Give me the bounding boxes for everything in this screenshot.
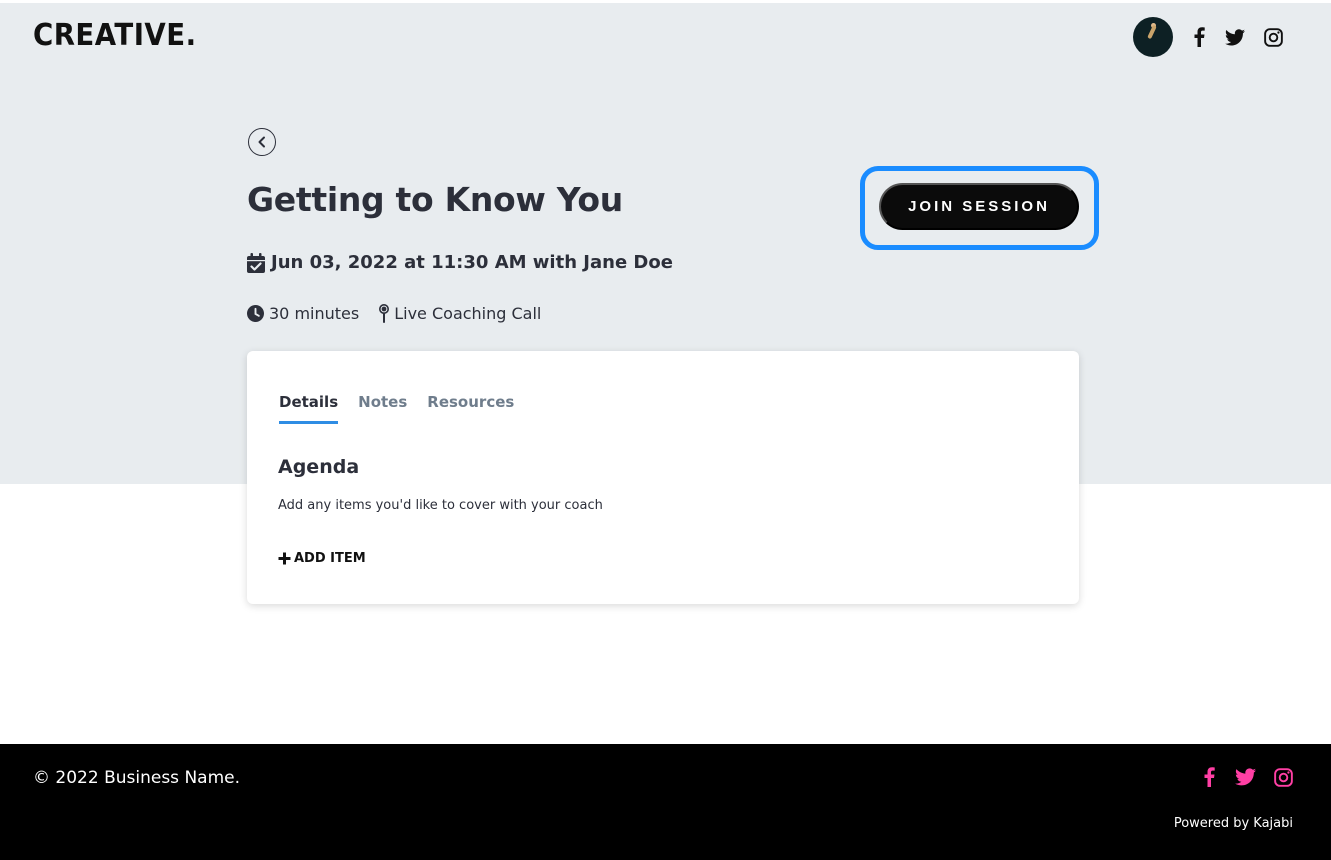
copyright-text: © 2022 Business Name. (33, 768, 240, 788)
tab-resources[interactable]: Resources (427, 393, 514, 424)
tab-details[interactable]: Details (279, 393, 339, 424)
footer-facebook-icon[interactable] (1196, 764, 1222, 790)
location: Live Coaching Call (379, 304, 541, 323)
plus-icon (278, 552, 291, 565)
tab-notes[interactable]: Notes (358, 393, 407, 424)
session-meta: 30 minutes Live Coaching Call (247, 304, 541, 323)
footer-instagram-icon[interactable] (1270, 764, 1296, 790)
tab-bar: Details Notes Resources (279, 393, 514, 424)
add-item-button[interactable]: ADD ITEM (278, 551, 366, 566)
location-text: Live Coaching Call (394, 304, 542, 323)
page-title: Getting to Know You (247, 180, 623, 219)
add-item-label: ADD ITEM (294, 551, 366, 566)
powered-by-link[interactable]: Powered by Kajabi (1174, 816, 1293, 831)
user-avatar[interactable] (1133, 17, 1173, 57)
calendar-check-icon (247, 252, 265, 273)
session-date: Jun 03, 2022 at 11:30 AM with Jane Doe (247, 252, 673, 273)
duration: 30 minutes (247, 304, 359, 323)
agenda-description: Add any items you'd like to cover with y… (278, 498, 603, 513)
chevron-left-icon (258, 136, 265, 148)
join-session-button[interactable]: JOIN SESSION (879, 183, 1079, 230)
instagram-icon[interactable] (1260, 24, 1286, 50)
back-button[interactable] (248, 128, 276, 156)
duration-text: 30 minutes (269, 304, 360, 323)
clock-icon (247, 305, 264, 322)
site-logo[interactable]: CREATIVE. (33, 18, 197, 53)
twitter-icon[interactable] (1222, 24, 1248, 50)
agenda-heading: Agenda (278, 456, 360, 478)
avatar-figure-body (1147, 24, 1157, 40)
map-pin-icon (379, 304, 390, 323)
footer-twitter-icon[interactable] (1232, 764, 1258, 790)
session-card: Details Notes Resources Agenda Add any i… (247, 351, 1079, 604)
facebook-icon[interactable] (1186, 24, 1212, 50)
footer: © 2022 Business Name. Powered by Kajabi (0, 744, 1331, 860)
session-date-text: Jun 03, 2022 at 11:30 AM with Jane Doe (271, 252, 673, 273)
